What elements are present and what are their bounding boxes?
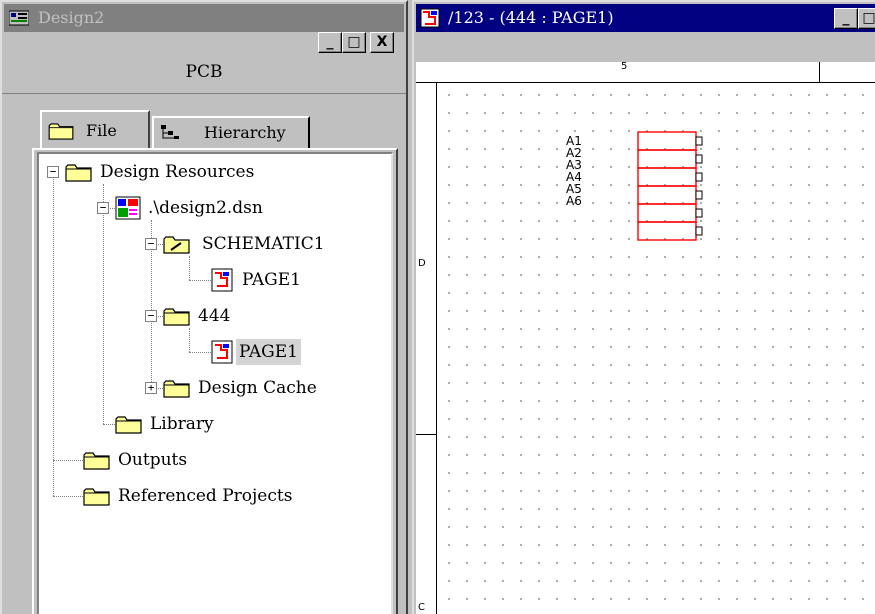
minimize-button[interactable]: _ [318,32,342,53]
schematic-window-title: /123 - (444 : PAGE1) [448,8,614,27]
tab-hierarchy-label: Hierarchy [204,123,286,142]
folder-icon [83,452,110,470]
hierarchy-icon [161,125,179,139]
pcb-header: PCB [185,62,223,82]
folder-icon [163,308,190,326]
pin-label-a6: A6 [566,194,582,208]
page-icon [211,268,233,292]
schematic-title-bar[interactable]: /123 - (444 : PAGE1) _ □ [416,4,875,32]
page-icon [211,340,233,364]
project-app-icon [9,10,29,26]
left-window-edge [0,0,2,614]
tree-line [189,328,190,352]
zone-label-c: C [418,602,425,613]
tree-view[interactable]: − − − − + Design Resources .\design2.dsn… [37,152,393,614]
tab-file-label: File [86,121,117,140]
tab-file[interactable]: File [40,110,150,150]
tree-line [189,280,211,281]
tree-line [53,172,54,496]
zone-divider [819,62,820,82]
schematic-canvas[interactable]: 5 D C A1 A2 A3 A4 A5 A6 [416,62,875,614]
tree-line [189,352,211,353]
zone-label-d: D [418,258,426,269]
left-border-zone [416,82,437,614]
folder-icon [115,416,142,434]
tree-line [53,460,83,461]
folder-icon [65,164,92,182]
tree-line [53,496,83,497]
top-border-zone [416,62,875,83]
zone-label-5: 5 [621,62,628,72]
schematic-folder-icon [163,236,190,254]
folder-icon [48,123,74,140]
collapse-toggle[interactable]: − [145,310,157,322]
schematic-page-icon [420,8,440,28]
schematic-minimize-button[interactable]: _ [834,8,858,29]
zone-divider [416,434,436,435]
design-file-icon [115,196,141,220]
maximize-button[interactable]: □ [342,32,366,53]
tab-hierarchy[interactable]: Hierarchy [152,116,310,150]
project-title-bar[interactable]: Design2 [4,4,404,32]
folder-icon [83,488,110,506]
collapse-toggle[interactable]: − [145,238,157,250]
folder-icon [163,380,190,398]
port-part[interactable] [636,130,716,254]
expand-toggle[interactable]: + [145,382,157,394]
project-window-title: Design2 [38,8,105,27]
pcb-header-divider [2,93,406,94]
tree-line [189,256,190,280]
collapse-toggle[interactable]: − [47,166,59,178]
schematic-maximize-button[interactable]: □ [858,8,875,29]
close-button[interactable]: X [370,32,394,53]
tree-line [103,184,104,424]
collapse-toggle[interactable]: − [97,202,109,214]
